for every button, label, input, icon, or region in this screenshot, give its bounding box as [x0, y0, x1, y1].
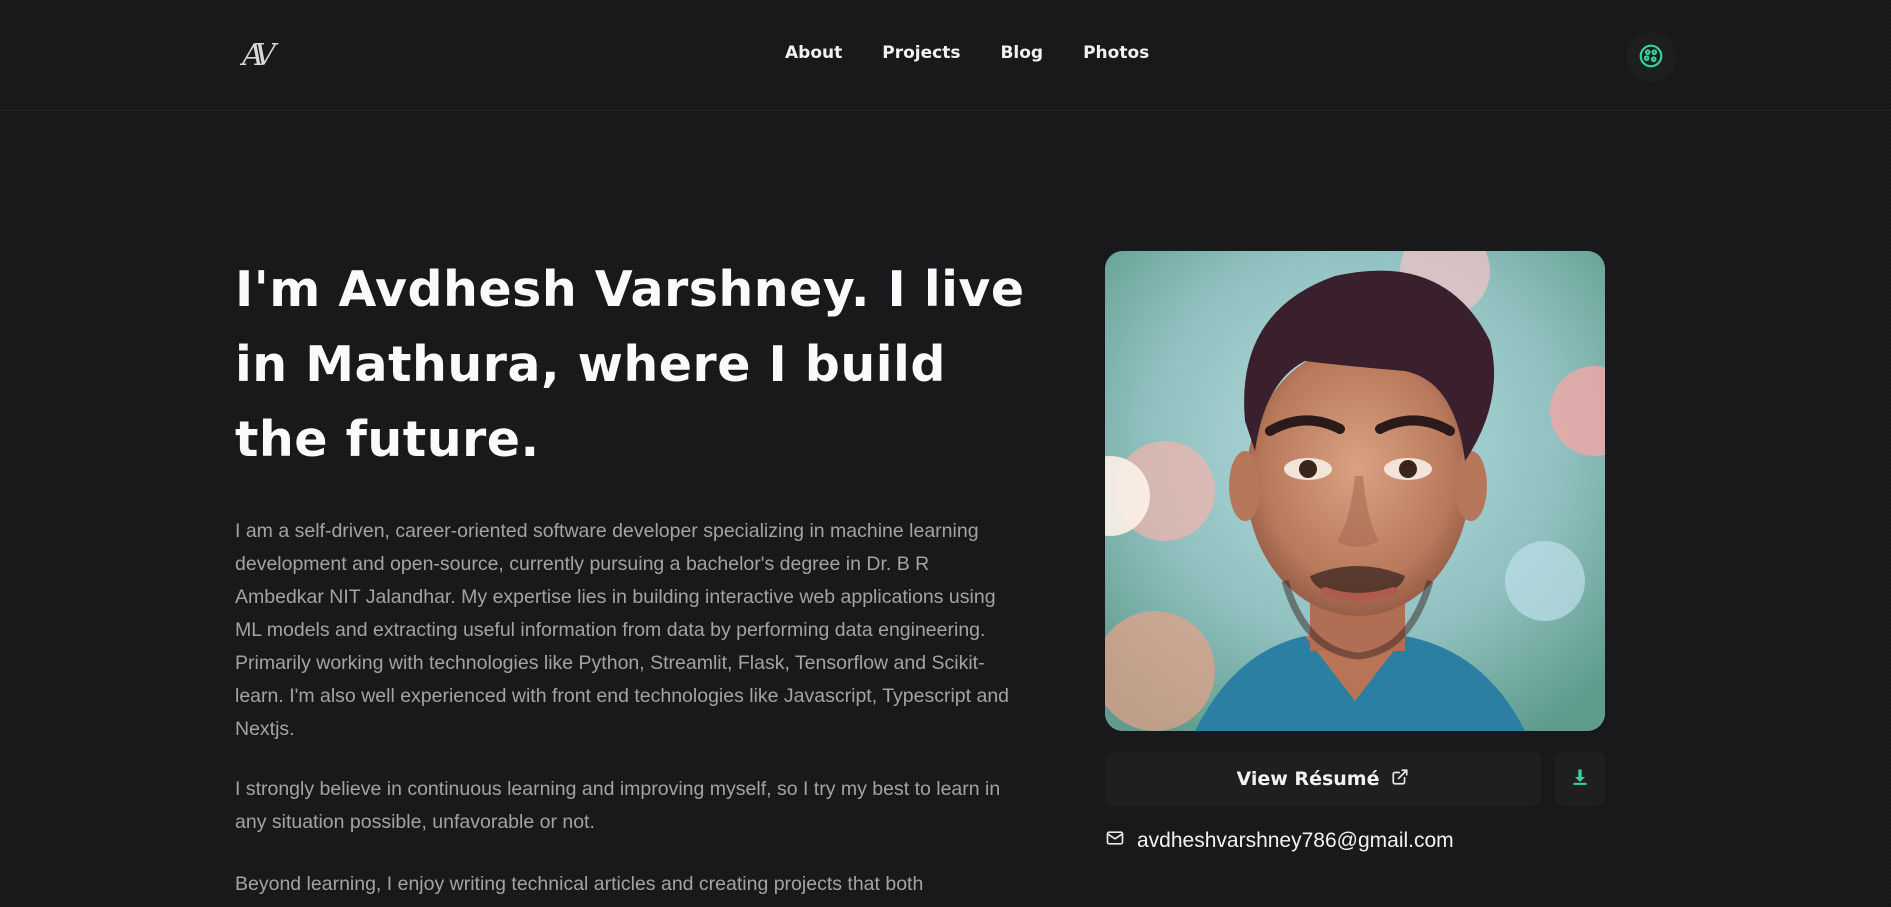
- download-resume-button[interactable]: [1555, 752, 1605, 806]
- mail-icon: [1105, 828, 1125, 853]
- hero-headline: I'm Avdhesh Varshney. I live in Mathura,…: [235, 261, 1025, 468]
- bio-paragraph-1: I am a self-driven, career-oriented soft…: [235, 520, 1010, 740]
- nav-link-about[interactable]: About: [785, 43, 842, 63]
- nav-link-photos[interactable]: Photos: [1083, 43, 1149, 63]
- palette-icon: [1638, 43, 1664, 72]
- nav-link-projects[interactable]: Projects: [882, 43, 960, 63]
- bio-paragraph-2: I strongly believe in continuous learnin…: [235, 778, 1001, 833]
- download-icon: [1570, 767, 1590, 792]
- email-address: avdheshvarshney786@gmail.com: [1137, 828, 1454, 852]
- bio-paragraph-3: Beyond learning, I enjoy writing technic…: [235, 873, 924, 895]
- site-header: AV About Projects Blog Photos: [0, 0, 1891, 111]
- view-resume-button[interactable]: View Résumé: [1105, 752, 1541, 806]
- profile-photo: [1105, 251, 1605, 731]
- site-logo[interactable]: AV: [233, 33, 277, 77]
- view-resume-label: View Résumé: [1236, 768, 1380, 790]
- theme-toggle-button[interactable]: [1626, 32, 1676, 82]
- nav-link-blog[interactable]: Blog: [1000, 43, 1043, 63]
- email-link[interactable]: avdheshvarshney786@gmail.com: [1105, 828, 1454, 853]
- external-link-icon: [1391, 768, 1409, 791]
- main-nav: About Projects Blog Photos: [785, 43, 1149, 63]
